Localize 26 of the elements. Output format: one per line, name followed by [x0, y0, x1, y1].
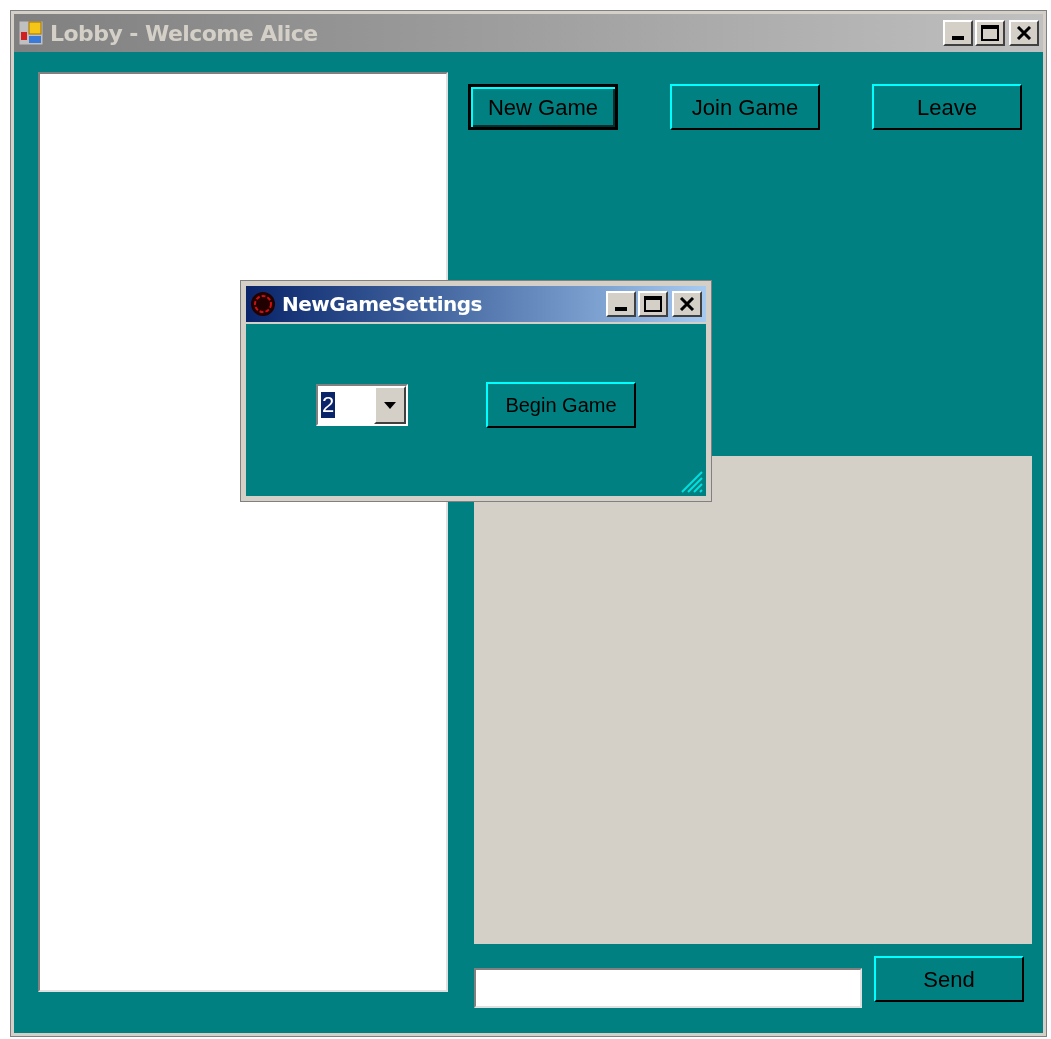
app-icon: [18, 20, 44, 46]
minimize-icon: [615, 307, 627, 311]
dropdown-arrow-button[interactable]: [374, 386, 406, 424]
leave-button[interactable]: Leave: [872, 84, 1022, 130]
minimize-button[interactable]: [606, 291, 636, 317]
message-field[interactable]: [474, 968, 862, 1008]
players-dropdown[interactable]: 2: [316, 384, 408, 426]
begin-game-button[interactable]: Begin Game: [486, 382, 636, 428]
maximize-icon: [981, 25, 999, 41]
send-button[interactable]: Send: [874, 956, 1024, 1002]
dropdown-value: 2: [321, 392, 336, 418]
maximize-icon: [644, 296, 662, 312]
dialog-icon: [250, 291, 276, 317]
window-title: Lobby - Welcome Alice: [50, 19, 318, 48]
dialog-title: NewGameSettings: [282, 291, 482, 318]
close-icon: [1016, 26, 1032, 40]
close-button[interactable]: [672, 291, 702, 317]
new-game-button[interactable]: New Game: [468, 84, 618, 130]
maximize-button[interactable]: [975, 20, 1005, 46]
close-button[interactable]: [1009, 20, 1039, 46]
minimize-icon: [952, 36, 964, 40]
minimize-button[interactable]: [943, 20, 973, 46]
maximize-button[interactable]: [638, 291, 668, 317]
join-game-button[interactable]: Join Game: [670, 84, 820, 130]
caret-icon: [384, 401, 396, 409]
close-icon: [679, 297, 695, 311]
